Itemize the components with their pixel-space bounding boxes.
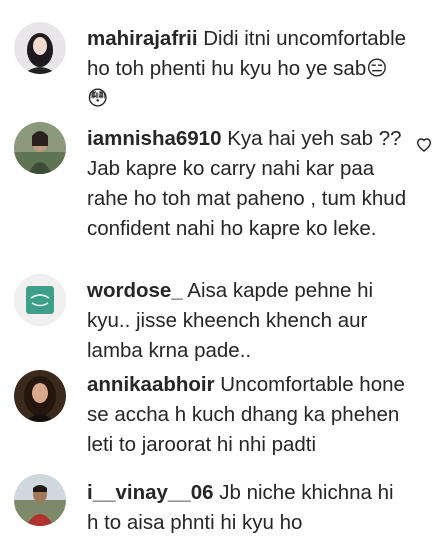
heart-like-icon[interactable] <box>416 137 432 153</box>
profile-photo-icon <box>14 370 66 422</box>
profile-photo-icon <box>14 122 66 174</box>
comment-username[interactable]: i__vinay__06 <box>87 481 214 504</box>
profile-photo-icon <box>14 474 66 526</box>
comment-text-block: wordose_ Aisa kapde pehne hi kyu.. jisse… <box>87 276 407 366</box>
comments-list: mahirajafrii Didi itni uncomfortable ho … <box>0 0 444 552</box>
brand-logo-icon <box>14 274 66 326</box>
avatar[interactable] <box>14 474 66 526</box>
comment-username[interactable]: annikaabhoir <box>87 373 215 396</box>
comment-username[interactable]: mahirajafrii <box>87 27 198 50</box>
comment-text-block: annikaabhoir Uncomfortable hone se accha… <box>87 370 407 460</box>
profile-photo-icon <box>14 22 66 74</box>
comment-text-block: mahirajafrii Didi itni uncomfortable ho … <box>87 24 407 114</box>
comment-username[interactable]: iamnisha6910 <box>87 127 221 150</box>
avatar[interactable] <box>14 274 66 326</box>
avatar[interactable] <box>14 22 66 74</box>
avatar[interactable] <box>14 122 66 174</box>
avatar[interactable] <box>14 370 66 422</box>
comment-username[interactable]: wordose_ <box>87 279 183 302</box>
comment-text-block: iamnisha6910 Kya hai yeh sab ?? Jab kapr… <box>87 124 407 244</box>
comment-text-block: i__vinay__06 Jb niche khichna hi h to ai… <box>87 478 407 538</box>
